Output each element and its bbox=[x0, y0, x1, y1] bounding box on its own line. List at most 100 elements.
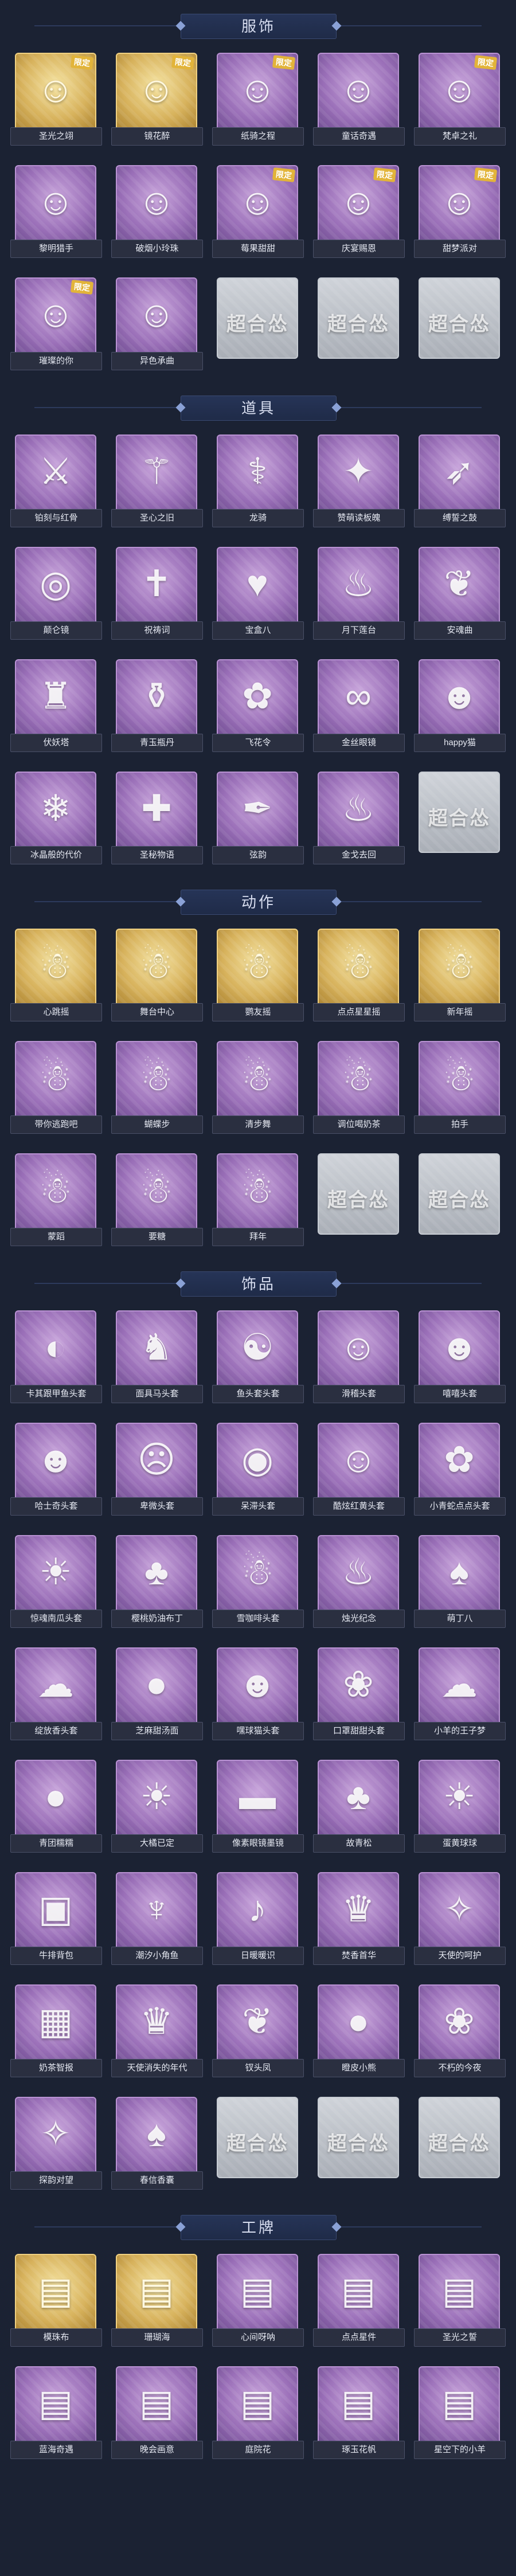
mask-icon: ◐ bbox=[44, 1326, 67, 1368]
item-slot[interactable]: ❦ 钗头凤 bbox=[212, 1984, 304, 2077]
item-slot[interactable]: ♞ 面具马头套 bbox=[111, 1310, 203, 1403]
item-slot[interactable]: ☺ 滑稽头套 bbox=[313, 1310, 405, 1403]
item-slot[interactable]: ♜ 伏妖塔 bbox=[10, 659, 102, 752]
item-slot[interactable]: ⚱ 青玉瓶丹 bbox=[111, 659, 203, 752]
item-slot[interactable]: ▦ 奶茶智报 bbox=[10, 1984, 102, 2077]
item-slot[interactable]: ✧ 探韵对望 bbox=[10, 2097, 102, 2190]
cat-icon: ☻ bbox=[238, 1663, 277, 1705]
item-slot[interactable]: ▤ 庭院花 bbox=[212, 2366, 304, 2459]
item-slot[interactable]: ▤ 点点星件 bbox=[313, 2254, 405, 2347]
item-slot[interactable]: ☁ 绽放香头套 bbox=[10, 1647, 102, 1740]
item-slot[interactable]: ∞ 金丝眼镜 bbox=[313, 659, 405, 752]
item-slot[interactable]: ◐ 卡其跟甲鱼头套 bbox=[10, 1310, 102, 1403]
item-slot[interactable]: ⚔ 铂刻与红骨 bbox=[10, 434, 102, 527]
item-slot[interactable]: ♠ 春信香囊 bbox=[111, 2097, 203, 2190]
item-slot[interactable]: ▬ 像素眼镜墨镜 bbox=[212, 1760, 304, 1853]
item-slot[interactable]: ▤ 圣光之誓 bbox=[414, 2254, 506, 2347]
item-slot[interactable]: ☺ 限定 圣光之翊 bbox=[10, 53, 102, 146]
item-slot[interactable]: ☺ 黎明猎手 bbox=[10, 165, 102, 258]
item-slot[interactable]: ♠ 萌丁八 bbox=[414, 1535, 506, 1628]
item-slot[interactable]: ❀ 口罩甜甜头套 bbox=[313, 1647, 405, 1740]
item-slot[interactable]: ☻ happy猫 bbox=[414, 659, 506, 752]
item-slot[interactable]: ◎ 颠仑镜 bbox=[10, 547, 102, 640]
item-label: 心间呀呐 bbox=[212, 2328, 304, 2347]
item-slot[interactable]: ♣ 故青松 bbox=[313, 1760, 405, 1853]
item-slot[interactable]: ☯ 鱼头套头套 bbox=[212, 1310, 304, 1403]
item-slot[interactable]: ♛ 焚香首华 bbox=[313, 1872, 405, 1965]
item-slot[interactable]: ♥ 宝盒八 bbox=[212, 547, 304, 640]
item-slot[interactable]: ☀ 大橘已定 bbox=[111, 1760, 203, 1853]
item-slot[interactable]: ☻ 嘻嘻头套 bbox=[414, 1310, 506, 1403]
item-slot[interactable]: ☀ 惊魂南瓜头套 bbox=[10, 1535, 102, 1628]
item-slot[interactable]: ☃ 调位喝奶茶 bbox=[313, 1041, 405, 1134]
item-slot[interactable]: ▤ 晚会画意 bbox=[111, 2366, 203, 2459]
item-slot[interactable]: ♨ 月下莲台 bbox=[313, 547, 405, 640]
item-slot[interactable]: ✿ 小青蛇点点头套 bbox=[414, 1423, 506, 1516]
pose-icon: ☃ bbox=[241, 945, 274, 986]
item-slot[interactable]: ✧ 天使的呵护 bbox=[414, 1872, 506, 1965]
item-slot[interactable]: ● 芝麻甜汤面 bbox=[111, 1647, 203, 1740]
item-label: 瞪皮小熊 bbox=[313, 2059, 405, 2077]
item-slot[interactable]: ✒ 弦韵 bbox=[212, 772, 304, 864]
item-slot[interactable]: ☃ 新年摇 bbox=[414, 929, 506, 1021]
item-slot[interactable]: ♆ 潮汐小角鱼 bbox=[111, 1872, 203, 1965]
item-slot[interactable]: ☃ 心跳摇 bbox=[10, 929, 102, 1021]
item-slot[interactable]: ✦ 赞萌读板魄 bbox=[313, 434, 405, 527]
item-slot[interactable]: ☺ 破烟小玲珠 bbox=[111, 165, 203, 258]
item-slot[interactable]: ☺ 异色承曲 bbox=[111, 277, 203, 370]
item-card: ◉ bbox=[217, 1423, 298, 1504]
item-slot[interactable]: ☃ 舞台中心 bbox=[111, 929, 203, 1021]
item-slot[interactable]: ☃ 鹦友摇 bbox=[212, 929, 304, 1021]
item-slot[interactable]: ● 青团糯糯 bbox=[10, 1760, 102, 1853]
item-slot[interactable]: ☺ 限定 庆宴赐恩 bbox=[313, 165, 405, 258]
item-slot[interactable]: ♨ 金戈去回 bbox=[313, 772, 405, 864]
item-slot[interactable]: ✿ 飞花令 bbox=[212, 659, 304, 752]
item-slot[interactable]: ◉ 呆滞头套 bbox=[212, 1423, 304, 1516]
item-slot[interactable]: ☃ 带你逃跑吧 bbox=[10, 1041, 102, 1134]
item-slot[interactable]: ☺ 限定 甜梦派对 bbox=[414, 165, 506, 258]
item-slot[interactable]: ⚚ 圣心之旧 bbox=[111, 434, 203, 527]
item-slot[interactable]: ❄ 冰晶般的代价 bbox=[10, 772, 102, 864]
item-slot[interactable]: ☃ 要糖 bbox=[111, 1153, 203, 1246]
item-slot[interactable]: ☃ 清步舞 bbox=[212, 1041, 304, 1134]
item-slot[interactable]: ➶ 缚誓之鼓 bbox=[414, 434, 506, 527]
cool-icon: ☺ bbox=[339, 1439, 377, 1480]
item-slot[interactable]: ☃ 拍手 bbox=[414, 1041, 506, 1134]
item-slot[interactable]: ☺ 酷炫红黄头套 bbox=[313, 1423, 405, 1516]
item-slot[interactable]: ☺ 限定 璀璨的你 bbox=[10, 277, 102, 370]
item-slot[interactable]: ♣ 樱桃奶油布丁 bbox=[111, 1535, 203, 1628]
item-slot[interactable]: ♛ 天使消失的年代 bbox=[111, 1984, 203, 2077]
item-slot[interactable]: ☃ 雪咖啡头套 bbox=[212, 1535, 304, 1628]
item-slot[interactable]: ☺ 限定 梵卓之礼 bbox=[414, 53, 506, 146]
item-slot[interactable]: ❀ 不朽的今夜 bbox=[414, 1984, 506, 2077]
item-slot[interactable]: ☺ 限定 莓果甜甜 bbox=[212, 165, 304, 258]
item-slot[interactable]: ▤ 琢玉花帆 bbox=[313, 2366, 405, 2459]
item-slot[interactable]: ☻ 嘿球猫头套 bbox=[212, 1647, 304, 1740]
item-slot[interactable]: ☺ 限定 镜花醉 bbox=[111, 53, 203, 146]
item-slot[interactable]: ♪ 日暖暖识 bbox=[212, 1872, 304, 1965]
item-card: 超合怂 bbox=[318, 1153, 399, 1235]
item-slot[interactable]: ☻ 哈士奇头套 bbox=[10, 1423, 102, 1516]
item-slot[interactable]: ▤ 星空下的小羊 bbox=[414, 2366, 506, 2459]
item-slot[interactable]: ☹ 卑微头套 bbox=[111, 1423, 203, 1516]
item-slot[interactable]: ▤ 珊瑚海 bbox=[111, 2254, 203, 2347]
item-slot[interactable]: ☃ 点点星星摇 bbox=[313, 929, 405, 1021]
item-slot[interactable]: ✚ 圣秘物语 bbox=[111, 772, 203, 864]
item-slot[interactable]: ☺ 限定 纸骑之程 bbox=[212, 53, 304, 146]
item-slot[interactable]: ☃ 蒙蹈 bbox=[10, 1153, 102, 1246]
item-slot[interactable]: ✝ 祝祷词 bbox=[111, 547, 203, 640]
item-slot[interactable]: ☺ 童话奇遇 bbox=[313, 53, 405, 146]
item-slot[interactable]: ☃ 蝴蝶步 bbox=[111, 1041, 203, 1134]
item-slot[interactable]: ▤ 蓝海奇遇 bbox=[10, 2366, 102, 2459]
item-slot[interactable]: ▤ 模珠布 bbox=[10, 2254, 102, 2347]
item-label: 甜梦派对 bbox=[414, 240, 506, 258]
item-slot[interactable]: ⚕ 龙骑 bbox=[212, 434, 304, 527]
item-slot[interactable]: ❦ 安魂曲 bbox=[414, 547, 506, 640]
item-slot[interactable]: ☁ 小羊的王子梦 bbox=[414, 1647, 506, 1740]
item-slot[interactable]: ● 瞪皮小熊 bbox=[313, 1984, 405, 2077]
item-slot[interactable]: ♨ 烛光纪念 bbox=[313, 1535, 405, 1628]
item-slot[interactable]: ▤ 心间呀呐 bbox=[212, 2254, 304, 2347]
item-slot[interactable]: ▣ 牛排背包 bbox=[10, 1872, 102, 1965]
item-slot[interactable]: ☀ 蛋黄球球 bbox=[414, 1760, 506, 1853]
item-slot[interactable]: ☃ 拜年 bbox=[212, 1153, 304, 1246]
